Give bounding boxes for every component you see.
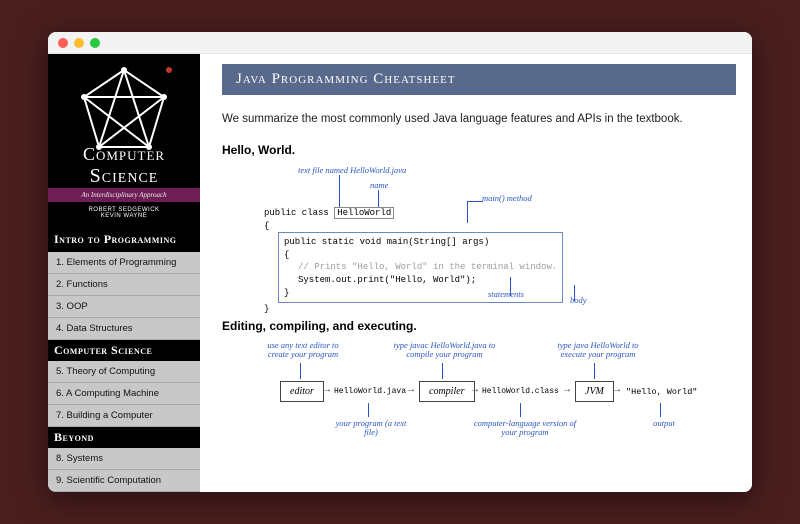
sidebar-item-systems[interactable]: 8. Systems — [48, 448, 200, 470]
connector-line — [660, 403, 661, 417]
sidebar-heading-beyond: Beyond — [48, 427, 200, 448]
page-body: Computer Science An Interdisciplinary Ap… — [48, 54, 752, 492]
connector-line — [378, 190, 379, 208]
book-cover[interactable]: Computer Science An Interdisciplinary Ap… — [48, 54, 200, 227]
code-line-2: { — [264, 220, 563, 233]
book-authors: ROBERT SEDGEWICK KEVIN WAYNE — [88, 202, 159, 227]
code-line-8: } — [264, 303, 563, 316]
section-editing-title: Editing, compiling, and executing. — [222, 319, 730, 333]
annot-name: name — [370, 180, 388, 190]
arrow-icon: → — [472, 385, 478, 396]
annot-compiler-bottom: computer-language version of your progra… — [470, 419, 580, 438]
window-titlebar — [48, 32, 752, 54]
code-classname: HelloWorld — [334, 207, 394, 219]
code-line-3: public static void main(String[] args) — [284, 236, 557, 249]
page-title: Java Programming Cheatsheet — [222, 64, 736, 95]
sidebar-item-functions[interactable]: 2. Functions — [48, 274, 200, 296]
annot-jvm-top: type java HelloWorld to execute your pro… — [548, 341, 648, 360]
connector-line — [368, 403, 369, 417]
browser-window: Computer Science An Interdisciplinary Ap… — [48, 32, 752, 492]
section-hello-world-title: Hello, World. — [222, 143, 730, 157]
arrow-text-class: HelloWorld.class — [482, 387, 559, 396]
output-text: "Hello, World" — [626, 387, 697, 397]
sidebar-item-building[interactable]: 7. Building a Computer — [48, 405, 200, 427]
arrow-icon: → — [408, 385, 414, 396]
sidebar: Computer Science An Interdisciplinary Ap… — [48, 54, 200, 492]
sidebar-item-elements[interactable]: 1. Elements of Programming — [48, 252, 200, 274]
code-line-6: System.out.print("Hello, World"); — [284, 274, 557, 287]
stage-editor: editor — [280, 381, 324, 402]
sidebar-item-theory[interactable]: 5. Theory of Computing — [48, 361, 200, 383]
connector-line — [594, 363, 595, 379]
arrow-icon: → — [324, 385, 330, 396]
arrow-text-java: HelloWorld.java — [334, 387, 406, 396]
annot-main-method: main() method — [482, 193, 532, 203]
minimize-icon[interactable] — [74, 38, 84, 48]
stage-jvm: JVM — [575, 381, 614, 402]
code-comment: // Prints "Hello, World" in the terminal… — [284, 261, 557, 274]
figure-editing-compiling: use any text editor to create your progr… — [222, 341, 730, 447]
annot-output-bottom: output — [644, 419, 684, 428]
figure-hello-world: text file named HelloWorld.java name mai… — [222, 165, 730, 305]
sidebar-item-oop[interactable]: 3. OOP — [48, 296, 200, 318]
sidebar-item-data-structures[interactable]: 4. Data Structures — [48, 318, 200, 340]
connector-line — [300, 363, 301, 379]
book-author-2: KEVIN WAYNE — [88, 213, 159, 219]
annot-compiler-top: type javac HelloWorld.java to compile yo… — [387, 341, 502, 360]
annot-statements: statements — [488, 289, 524, 299]
arrow-icon: → — [564, 385, 570, 396]
code-line-4: { — [284, 249, 557, 262]
connector-line — [339, 175, 340, 208]
sidebar-item-scientific[interactable]: 9. Scientific Computation — [48, 470, 200, 492]
code-block: public class HelloWorld { public static … — [264, 207, 563, 316]
connector-line — [442, 363, 443, 379]
sidebar-heading-intro: Intro to Programming — [48, 227, 200, 252]
book-cover-art-icon — [48, 62, 200, 162]
connector-line — [467, 201, 483, 202]
arrow-icon: → — [614, 385, 620, 396]
sidebar-item-machine[interactable]: 6. A Computing Machine — [48, 383, 200, 405]
annot-textfile: text file named HelloWorld.java — [298, 165, 406, 175]
annot-editor-top: use any text editor to create your progr… — [258, 341, 348, 360]
main-content[interactable]: Java Programming Cheatsheet We summarize… — [200, 54, 752, 492]
stage-compiler: compiler — [419, 381, 475, 402]
book-subtitle: An Interdisciplinary Approach — [48, 188, 200, 202]
code-line-1-pre: public class — [264, 208, 334, 218]
book-title-line2: Science — [83, 165, 165, 188]
annot-editor-bottom: your program (a text file) — [332, 419, 410, 438]
maximize-icon[interactable] — [90, 38, 100, 48]
close-icon[interactable] — [58, 38, 68, 48]
connector-line — [520, 403, 521, 417]
sidebar-heading-cs: Computer Science — [48, 340, 200, 361]
annot-body: body — [570, 295, 587, 305]
page-intro: We summarize the most commonly used Java… — [222, 113, 730, 125]
